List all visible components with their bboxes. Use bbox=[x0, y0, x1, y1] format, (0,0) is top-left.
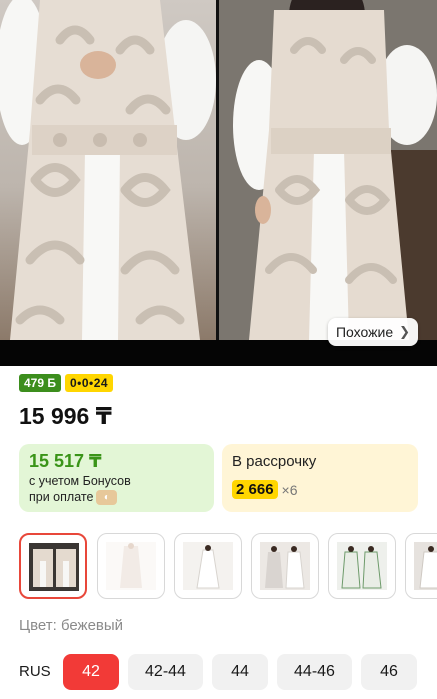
size-option-42-44[interactable]: 42-44 bbox=[128, 654, 203, 690]
installment-amount: 2 666 bbox=[232, 480, 278, 499]
bonus-coin-icon: ◐ bbox=[96, 490, 118, 506]
installment-title: В рассрочку bbox=[232, 453, 317, 470]
size-option-44[interactable]: 44 bbox=[212, 654, 268, 690]
product-photo-front[interactable] bbox=[0, 0, 216, 340]
product-gallery[interactable]: Похожие ❯ bbox=[0, 0, 437, 366]
bonus-line-2: при оплате bbox=[29, 490, 94, 504]
product-price: 15 996 ₸ bbox=[19, 403, 112, 429]
thumbnail-1[interactable] bbox=[19, 533, 87, 599]
installment-card[interactable]: В рассрочку 2 666 ×6 bbox=[222, 444, 418, 512]
bonus-price: 15 517 ₸ bbox=[29, 451, 102, 471]
installment-badge: 0•0•24 bbox=[64, 374, 114, 392]
bonus-price-card[interactable]: 15 517 ₸ с учетом Бонусов при оплате ◐ bbox=[19, 444, 214, 512]
size-option-44-46[interactable]: 44-46 bbox=[277, 654, 352, 690]
size-system: RUS bbox=[19, 663, 51, 680]
thumbnail-2[interactable] bbox=[97, 533, 165, 599]
bonus-line-1: с учетом Бонусов bbox=[29, 474, 131, 488]
size-option-46[interactable]: 46 bbox=[361, 654, 417, 690]
installment-row: 2 666 ×6 bbox=[232, 480, 408, 499]
thumbnail-3[interactable] bbox=[174, 533, 242, 599]
bonus-description: с учетом Бонусов при оплате ◐ bbox=[29, 473, 204, 506]
color-thumbnails bbox=[19, 533, 437, 599]
badge-row: 479 Б 0•0•24 bbox=[19, 374, 114, 392]
chevron-right-icon: ❯ bbox=[399, 324, 411, 339]
product-photo-side[interactable] bbox=[219, 0, 437, 340]
installment-multiplier: ×6 bbox=[281, 481, 298, 498]
bonus-line-2-wrap: при оплате ◐ bbox=[29, 489, 204, 506]
similar-button[interactable]: Похожие ❯ bbox=[328, 318, 418, 346]
thumbnail-6[interactable] bbox=[405, 533, 437, 599]
color-label: Цвет: бежевый bbox=[19, 617, 124, 634]
points-badge: 479 Б bbox=[19, 374, 61, 392]
size-selector: RUS 42 42-44 44 44-46 46 bbox=[0, 654, 437, 690]
thumbnail-5[interactable] bbox=[328, 533, 396, 599]
similar-label: Похожие bbox=[335, 324, 394, 340]
thumbnail-4[interactable] bbox=[251, 533, 319, 599]
size-option-42[interactable]: 42 bbox=[63, 654, 119, 690]
